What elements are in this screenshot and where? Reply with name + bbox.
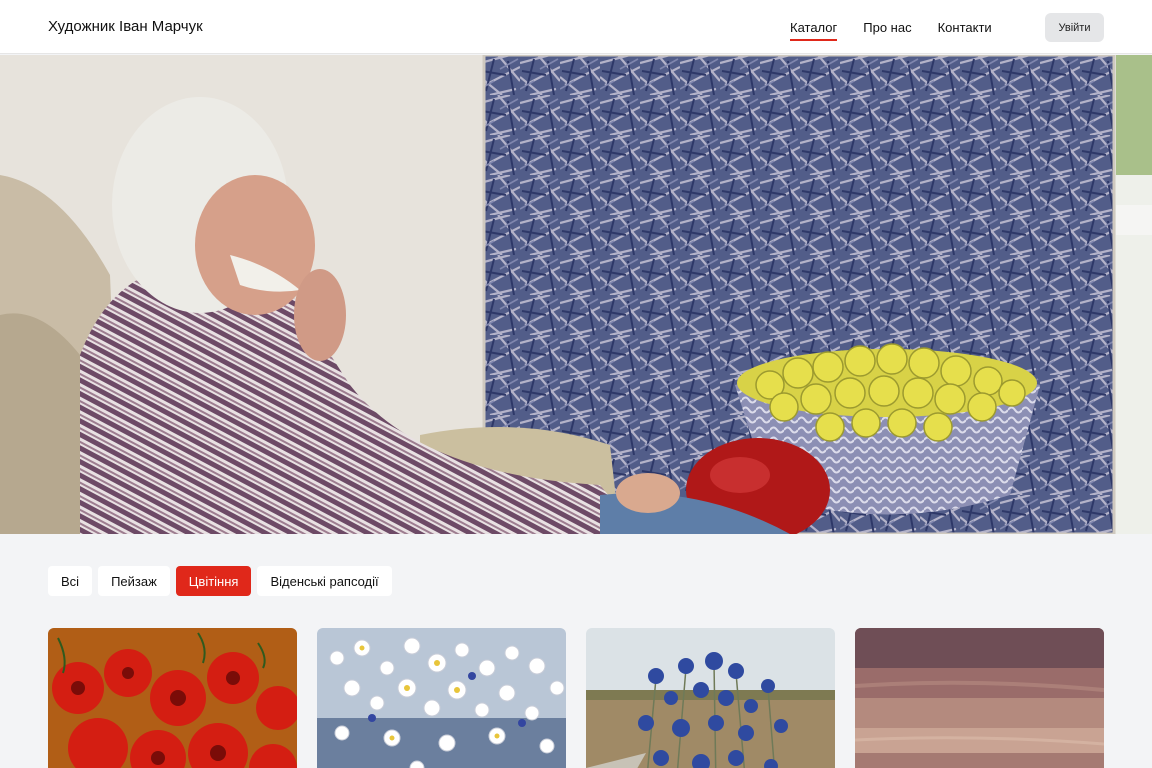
artwork-card-poppies[interactable]	[48, 628, 297, 768]
filter-landscape[interactable]: Пейзаж	[98, 566, 170, 596]
artwork-image	[48, 628, 297, 768]
filter-blossoming[interactable]: Цвітіння	[175, 566, 252, 596]
artwork-card-daisies[interactable]	[317, 628, 566, 768]
site-brand[interactable]: Художник Іван Марчук	[48, 18, 203, 35]
login-button[interactable]: Увійти	[1045, 13, 1104, 42]
nav-link-contacts[interactable]: Контакти	[938, 20, 992, 41]
hero-image	[0, 55, 1152, 534]
artwork-card-sunset[interactable]	[855, 628, 1104, 768]
top-navigation-bar: Художник Іван Марчук Каталог Про нас Кон…	[0, 0, 1152, 54]
artwork-image	[855, 628, 1104, 768]
hero-artist-photo	[0, 55, 1152, 534]
filter-viennese-rhapsodies[interactable]: Віденські рапсодії	[257, 566, 392, 596]
main-nav: Каталог Про нас Контакти	[790, 20, 992, 41]
artwork-image	[317, 628, 566, 768]
filter-all[interactable]: Всі	[48, 566, 93, 596]
nav-link-catalog[interactable]: Каталог	[790, 20, 838, 41]
category-filters: Всі Пейзаж Цвітіння Віденські рапсодії	[48, 566, 392, 596]
artwork-card-cornflowers[interactable]	[586, 628, 835, 768]
artwork-grid	[48, 628, 1104, 768]
nav-link-about[interactable]: Про нас	[863, 20, 911, 41]
artwork-image	[586, 628, 835, 768]
